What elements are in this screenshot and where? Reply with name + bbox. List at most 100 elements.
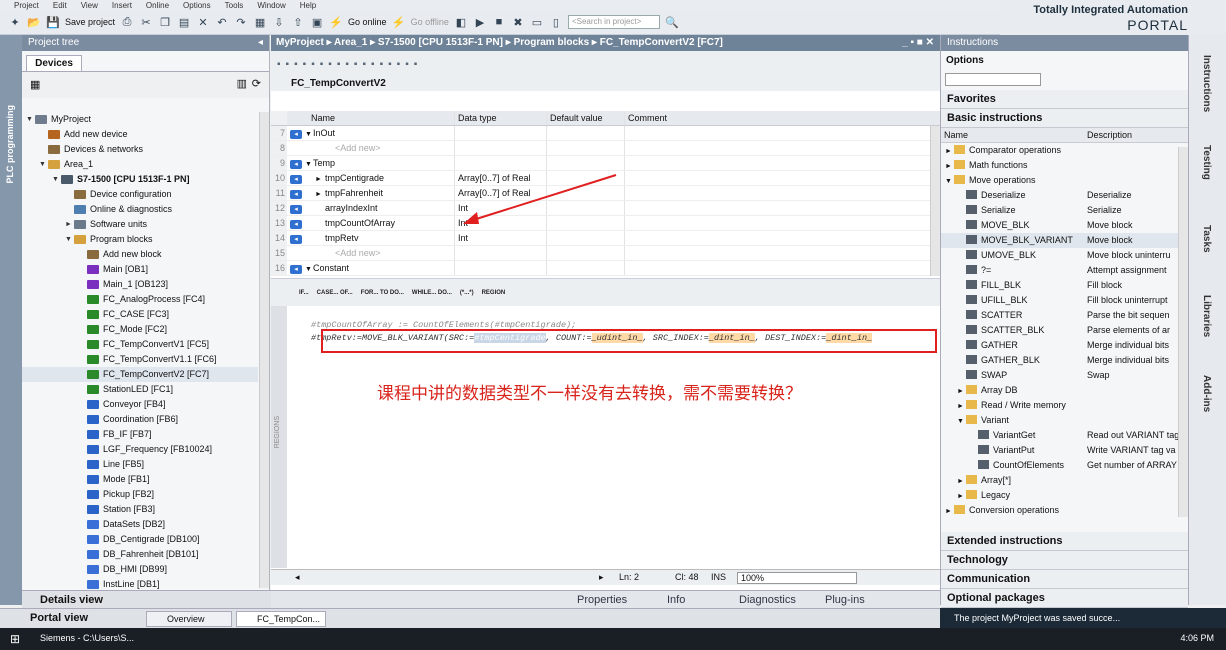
instruction-item[interactable]: ▼ Move operations [941, 173, 1188, 188]
interface-row[interactable]: 9 ◂ ▼Temp [271, 156, 940, 171]
instruction-item[interactable]: UMOVE_BLK Move block uninterru [941, 248, 1188, 263]
start-cpu-icon[interactable]: ▶ [473, 15, 487, 29]
tree-item[interactable]: DB_Fahrenheit [DB101] [22, 547, 258, 562]
diagnostics-tab[interactable]: Diagnostics [735, 592, 800, 608]
cross-reference-icon[interactable]: ✖ [511, 15, 525, 29]
comment-cell[interactable] [625, 156, 940, 170]
split-vertical-icon[interactable]: ▯ [549, 15, 563, 29]
paste-icon[interactable]: ▤ [177, 15, 191, 29]
tree-item[interactable]: DataSets [DB2] [22, 517, 258, 532]
expand-arrow-icon[interactable]: ► [65, 217, 74, 232]
var-name-cell[interactable]: ◂ ▼Constant [287, 261, 455, 275]
details-view[interactable]: Details view [22, 590, 271, 608]
expand-arrow-icon[interactable]: ► [945, 144, 954, 158]
comment-cell[interactable] [625, 261, 940, 275]
instruction-item[interactable]: SCATTER Parse the bit sequen [941, 308, 1188, 323]
uncomment-icon[interactable]: ▪ [354, 59, 358, 70]
expand-arrow-icon[interactable]: ▼ [945, 174, 954, 188]
menu-edit[interactable]: Edit [53, 2, 67, 10]
open-project-icon[interactable]: 📂 [27, 15, 41, 29]
taskbar-app[interactable]: Siemens - C:\Users\S... [40, 633, 134, 643]
hscroll-right-icon[interactable]: ▸ [599, 570, 604, 585]
add-row-icon[interactable]: ▪ [286, 59, 290, 70]
expand-arrow-icon[interactable]: ▼ [39, 157, 48, 172]
default-value-cell[interactable] [547, 261, 625, 275]
stop-cpu-icon[interactable]: ■ [492, 15, 506, 29]
right-tab-testing[interactable]: Testing [1201, 145, 1212, 180]
instruction-item[interactable]: ?= Attempt assignment [941, 263, 1188, 278]
plugins-tab[interactable]: Plug-ins [821, 592, 869, 608]
insert-row-icon[interactable]: ▪ [277, 59, 281, 70]
snapshot-icon[interactable]: ▪ [405, 59, 409, 70]
instruction-item[interactable]: FILL_BLK Fill block [941, 278, 1188, 293]
tree-item[interactable]: Main [OB1] [22, 262, 258, 277]
comment-cell[interactable] [625, 141, 940, 155]
regions-strip[interactable]: REGIONS [271, 306, 287, 568]
go-offline-button[interactable]: Go offline [411, 17, 449, 27]
goto-icon[interactable]: ▪ [388, 59, 392, 70]
tree-item[interactable]: ▼ Area_1 [22, 157, 258, 172]
instruction-item[interactable]: VariantGet Read out VARIANT tag [941, 428, 1188, 443]
compare-icon[interactable]: ▪ [337, 59, 341, 70]
var-name-cell[interactable]: ◂ arrayIndexInt [287, 201, 455, 215]
favorites-section[interactable]: Favorites [941, 90, 1188, 109]
interface-row[interactable]: 8 <Add new> [271, 141, 940, 156]
instruction-item[interactable]: ► Array DB [941, 383, 1188, 398]
insert-statement-icon[interactable]: ▪ [303, 59, 307, 70]
comment-cell[interactable] [625, 171, 940, 185]
var-name-cell[interactable]: <Add new> [287, 141, 455, 155]
expand-arrow-icon[interactable]: ► [945, 159, 954, 173]
tree-item[interactable]: DB_Centigrade [DB100] [22, 532, 258, 547]
menu-view[interactable]: View [81, 2, 98, 10]
var-name-cell[interactable]: ◂ tmpCountOfArray [287, 216, 455, 230]
scl-template-button[interactable]: IF... [299, 290, 309, 296]
menu-tools[interactable]: Tools [225, 2, 244, 10]
hscroll-left-icon[interactable]: ◂ [295, 570, 300, 585]
compile-icon[interactable]: ▦ [253, 15, 267, 29]
properties-tab[interactable]: Properties [573, 592, 631, 608]
tree-item[interactable]: FC_TempConvertV1.1 [FC6] [22, 352, 258, 367]
indent-icon[interactable]: ▪ [362, 59, 366, 70]
expand-arrow-icon[interactable]: ▼ [26, 112, 35, 127]
data-type-cell[interactable] [455, 246, 547, 260]
default-value-cell[interactable] [547, 126, 625, 140]
var-name-cell[interactable]: ◂ ▼InOut [287, 126, 455, 140]
refresh-icon[interactable]: ⟳ [252, 77, 261, 90]
split-horizontal-icon[interactable]: ▭ [530, 15, 544, 29]
collapse-panel-icon[interactable]: ◂ [258, 35, 263, 51]
data-type-cell[interactable] [455, 156, 547, 170]
instruction-search-input[interactable] [945, 73, 1041, 86]
instruction-section[interactable]: Optional packages [941, 589, 1188, 608]
tree-item[interactable]: ▼ MyProject [22, 112, 258, 127]
menu-help[interactable]: Help [300, 2, 316, 10]
expand-arrow-icon[interactable]: ► [957, 474, 966, 488]
interface-row[interactable]: 15 <Add new> [271, 246, 940, 261]
tree-view-icon[interactable]: ▦ [30, 78, 40, 91]
tree-item[interactable]: Online & diagnostics [22, 202, 258, 217]
expand-arrow-icon[interactable]: ▼ [305, 127, 313, 142]
default-value-cell[interactable] [547, 156, 625, 170]
data-type-cell[interactable] [455, 141, 547, 155]
tree-item[interactable]: LGF_Frequency [FB10024] [22, 442, 258, 457]
comment-icon[interactable]: ▪ [345, 59, 349, 70]
col-instr-desc[interactable]: Description [1087, 128, 1188, 142]
tree-scrollbar[interactable] [259, 112, 269, 588]
var-name-cell[interactable]: ◂ ► tmpCentigrade [287, 171, 455, 185]
expand-arrow-icon[interactable]: ▼ [305, 262, 313, 277]
comment-cell[interactable] [625, 186, 940, 200]
tree-item[interactable]: FC_TempConvertV2 [FC7] [22, 367, 258, 382]
overview-icon[interactable]: ▥ [237, 77, 247, 90]
tree-item[interactable]: FC_CASE [FC3] [22, 307, 258, 322]
data-type-cell[interactable] [455, 126, 547, 140]
tree-item[interactable]: Conveyor [FB4] [22, 397, 258, 412]
instruction-item[interactable]: ► Conversion operations [941, 503, 1188, 518]
accessible-devices-icon[interactable]: ◧ [454, 15, 468, 29]
instruction-item[interactable]: VariantPut Write VARIANT tag va [941, 443, 1188, 458]
go-online-button[interactable]: Go online [348, 17, 387, 27]
instruction-section[interactable]: Extended instructions [941, 532, 1188, 551]
menu-online[interactable]: Online [146, 2, 169, 10]
var-name-cell[interactable]: <Add new> [287, 246, 455, 260]
tree-item[interactable]: StationLED [FC1] [22, 382, 258, 397]
print-icon[interactable]: ⎙ [120, 15, 134, 29]
instruction-item[interactable]: ▼ Variant [941, 413, 1188, 428]
